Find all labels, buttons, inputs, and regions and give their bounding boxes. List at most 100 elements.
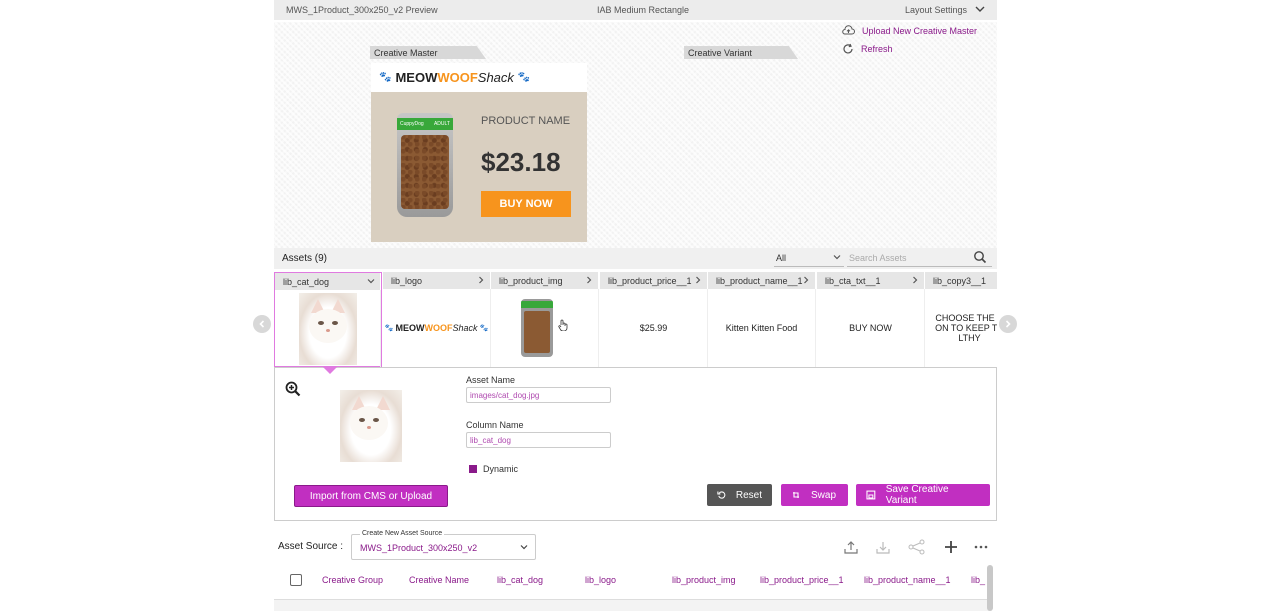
asset-column-cta[interactable]: lib_cta_txt__1 BUY NOW	[817, 272, 925, 367]
creative-master-ad: 🐾 MEOW WOOF Shack 🐾 CuppyDog ADULT PRODUCT…	[371, 63, 587, 242]
asset-product-name-value: Kitten Kitten Food	[725, 323, 798, 333]
asset-column-product-img[interactable]: lib_product_img	[491, 272, 599, 367]
chevron-right-icon[interactable]	[584, 275, 594, 285]
asset-column-product-name[interactable]: lib_product_name__1 Kitten Kitten Food	[708, 272, 816, 367]
asset-column-header: lib_product_price__1	[600, 272, 708, 289]
asset-column-header-label: lib_logo	[391, 276, 423, 286]
import-upload-button[interactable]: Import from CMS or Upload	[294, 485, 448, 507]
save-variant-button[interactable]: Save Creative Variant	[856, 484, 990, 506]
asset-column-copy3[interactable]: lib_copy3__1 CHOOSE THE N ON TO KEEP TH …	[925, 272, 997, 367]
bag-brand: CuppyDog	[400, 121, 424, 127]
share-nodes-icon[interactable]	[908, 538, 926, 556]
hand-cursor-icon	[557, 319, 567, 331]
col-lib-cat-dog[interactable]: lib_cat_dog	[497, 575, 543, 585]
save-variant-label: Save Creative Variant	[885, 484, 949, 506]
product-bag-thumbnail	[520, 299, 553, 357]
asset-column-body: BUY NOW	[817, 289, 925, 367]
download-icon[interactable]	[874, 538, 892, 556]
col-lib-product-img[interactable]: lib_product_img	[672, 575, 736, 585]
col-creative-group[interactable]: Creative Group	[322, 575, 383, 585]
assets-toolbar: Assets (9) All Search Assets	[274, 248, 997, 269]
chevron-right-icon[interactable]	[693, 275, 703, 285]
asset-cta-value: BUY NOW	[849, 323, 892, 333]
asset-name-field[interactable]: images/cat_dog.jpg	[466, 387, 611, 403]
asset-preview-image	[340, 390, 402, 462]
asset-column-header: lib_product_img	[491, 272, 599, 289]
assets-filter-select[interactable]: All	[774, 249, 844, 267]
asset-column-header-label: lib_cta_txt__1	[825, 276, 881, 286]
logo-meow: MEOW	[395, 70, 438, 85]
asset-column-cat-dog[interactable]: lib_cat_dog	[274, 272, 382, 367]
asset-column-header: lib_cat_dog	[275, 273, 381, 290]
zoom-in-icon[interactable]	[285, 381, 301, 397]
asset-copy-value: CHOOSE THE N ON TO KEEP TH LTHY	[935, 313, 997, 343]
chevron-down-icon[interactable]	[974, 3, 986, 15]
chevron-down-icon[interactable]	[366, 276, 376, 286]
asset-column-body	[491, 289, 599, 367]
asset-column-header: lib_copy3__1	[925, 272, 997, 289]
thumb-logo-shack: Shack	[452, 323, 478, 333]
cat-image	[298, 293, 357, 365]
table-toolbar	[842, 538, 992, 556]
asset-source-value: MWS_1Product_300x250_v2	[360, 543, 478, 553]
layout-settings-button[interactable]: Layout Settings	[905, 5, 967, 15]
kibble-graphic	[401, 135, 449, 209]
asset-source-select[interactable]: Create New Asset Source MWS_1Product_300…	[351, 530, 536, 560]
ad-price: $23.18	[481, 147, 561, 177]
crop-swap-icon	[793, 492, 799, 498]
product-bag-image: CuppyDog ADULT	[397, 113, 453, 217]
select-all-checkbox[interactable]	[290, 574, 302, 586]
asset-column-logo[interactable]: lib_logo 🐾 MEOW WOOF Shack 🐾	[383, 272, 491, 367]
creative-master-tab[interactable]: Creative Master	[370, 46, 486, 59]
swap-button[interactable]: Swap	[781, 484, 848, 506]
refresh-link[interactable]: Refresh	[842, 43, 893, 55]
creatives-table-header: Creative Group Creative Name lib_cat_dog…	[274, 570, 997, 592]
refresh-label: Refresh	[861, 44, 893, 54]
asset-name-label: Asset Name	[466, 375, 516, 385]
ad-cta-button: BUY NOW	[481, 191, 571, 217]
upload-icon[interactable]	[842, 538, 860, 556]
preview-topbar: MWS_1Product_300x250_v2 Preview IAB Medi…	[274, 0, 997, 20]
save-icon	[866, 490, 876, 500]
dynamic-toggle[interactable]: Dynamic	[469, 464, 518, 474]
table-row[interactable]	[274, 599, 989, 611]
col-lib-product-name[interactable]: lib_product_name__1	[864, 575, 951, 585]
upload-master-link[interactable]: Upload New Creative Master	[842, 25, 977, 36]
swap-label: Swap	[811, 489, 837, 501]
col-lib-logo[interactable]: lib_logo	[585, 575, 616, 585]
col-lib-product-price[interactable]: lib_product_price__1	[760, 575, 844, 585]
asset-source-float-label: Create New Asset Source	[360, 530, 445, 537]
bag-adult: ADULT	[433, 121, 450, 127]
chevron-right-icon[interactable]	[476, 275, 486, 285]
chevron-right-icon	[1005, 320, 1011, 328]
chevron-right-icon[interactable]	[910, 275, 920, 285]
asset-source-label: Asset Source :	[278, 541, 344, 552]
selection-pointer	[323, 367, 337, 374]
reset-button[interactable]: Reset	[707, 484, 772, 506]
creative-variant-tab[interactable]: Creative Variant	[684, 46, 798, 59]
ad-logo: 🐾 MEOW WOOF Shack 🐾	[371, 63, 587, 92]
chevron-right-icon[interactable]	[801, 275, 811, 285]
col-creative-name[interactable]: Creative Name	[409, 575, 469, 585]
assets-search-input[interactable]: Search Assets	[847, 249, 992, 267]
dynamic-checkbox[interactable]	[469, 465, 477, 473]
more-options-icon[interactable]	[972, 538, 990, 556]
asset-column-body	[275, 290, 381, 367]
asset-column-price[interactable]: lib_product_price__1 $25.99	[600, 272, 708, 367]
search-icon[interactable]	[973, 250, 987, 264]
asset-column-header: lib_product_name__1	[708, 272, 816, 289]
chevron-left-icon	[259, 320, 265, 328]
add-icon[interactable]	[942, 538, 960, 556]
column-name-label: Column Name	[466, 420, 524, 430]
asset-column-body: Kitten Kitten Food	[708, 289, 816, 367]
upload-master-label: Upload New Creative Master	[862, 25, 978, 36]
scroll-right-button[interactable]	[999, 315, 1017, 333]
asset-column-body: CHOOSE THE N ON TO KEEP TH LTHY	[925, 289, 997, 367]
paw-icon: 🐾	[379, 72, 392, 83]
table-scrollbar[interactable]	[987, 565, 993, 611]
col-lib-truncated[interactable]: lib_	[971, 575, 985, 585]
asset-column-body: 🐾 MEOW WOOF Shack 🐾	[383, 289, 491, 367]
scroll-left-button[interactable]	[253, 315, 271, 333]
column-name-field[interactable]: lib_cat_dog	[466, 432, 611, 448]
logo-thumbnail: 🐾 MEOW WOOF Shack 🐾	[384, 323, 489, 333]
